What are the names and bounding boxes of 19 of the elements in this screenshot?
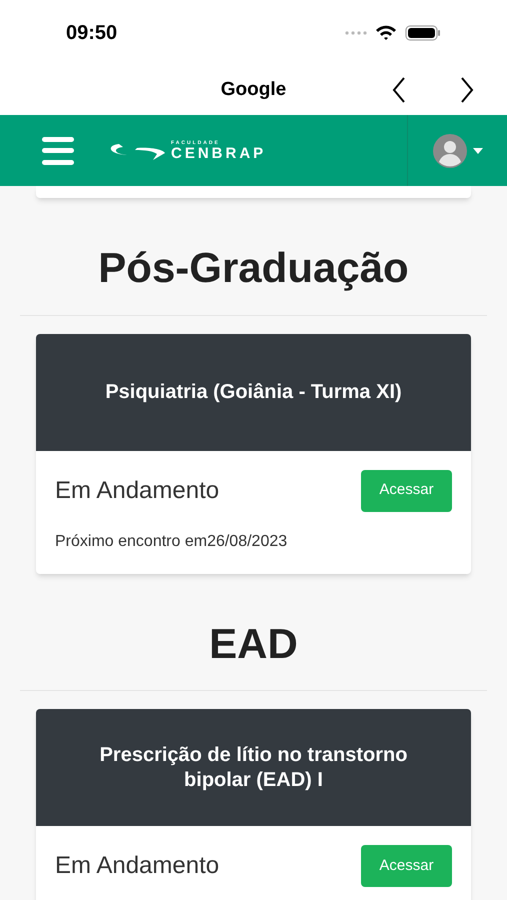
- signal-icon: [345, 30, 367, 34]
- wifi-icon: [375, 24, 397, 40]
- course-status: Em Andamento: [55, 476, 220, 506]
- caret-icon: [472, 148, 482, 154]
- course-status: Em Andamento: [55, 851, 220, 881]
- course-title: Prescrição de lítio no transtorno bipolar (EAD) I: [98, 742, 408, 792]
- access-button[interactable]: Acessar: [361, 845, 452, 887]
- battery-icon: [405, 24, 441, 40]
- section-heading: EAD: [208, 618, 299, 668]
- next-meeting-text: Próximo encontro em26/08/2023: [55, 532, 288, 552]
- browser-title: Google: [220, 78, 286, 102]
- course-title: Psiquiatria (Goiânia - Turma XI): [105, 380, 402, 404]
- section-heading: Pós-Graduação: [97, 243, 410, 293]
- user-avatar-button[interactable]: [432, 134, 482, 168]
- logo-title: CENBRAP: [171, 146, 266, 160]
- menu-button[interactable]: [42, 136, 74, 166]
- access-button[interactable]: Acessar: [361, 470, 452, 512]
- status-time: 09:50: [66, 20, 118, 46]
- avatar-icon: [432, 134, 466, 168]
